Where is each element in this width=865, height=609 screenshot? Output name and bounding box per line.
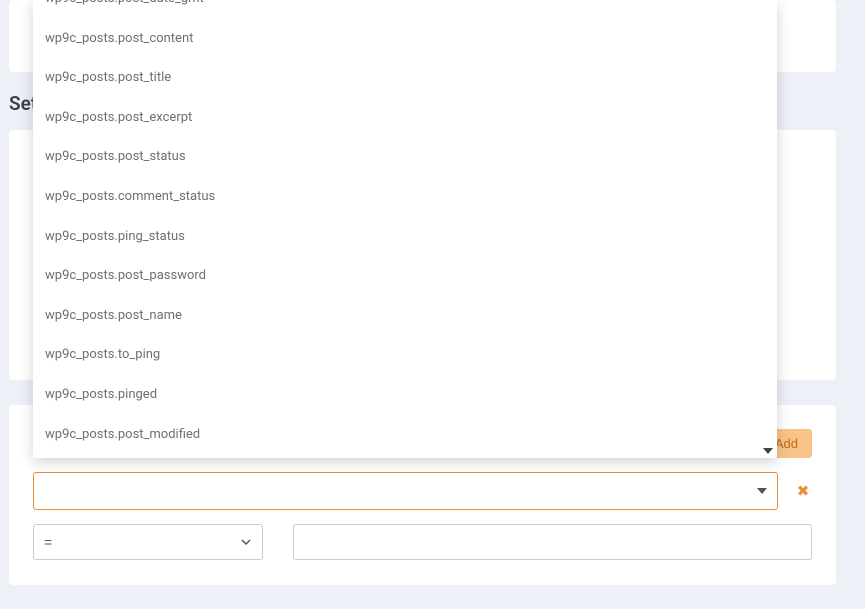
dropdown-item[interactable]: wp9c_posts.post_password <box>33 256 777 296</box>
dropdown-overflow-spacer <box>33 454 777 458</box>
dropdown-item[interactable]: wp9c_posts.post_excerpt <box>33 98 777 138</box>
chevron-down-icon <box>757 488 767 494</box>
column-dropdown: wp9c_posts.post_date_gmt wp9c_posts.post… <box>33 0 777 458</box>
operator-value-row: = <box>33 524 812 560</box>
dropdown-item[interactable]: wp9c_posts.post_name <box>33 296 777 336</box>
dropdown-item[interactable]: wp9c_posts.post_content <box>33 19 777 59</box>
dropdown-item[interactable]: wp9c_posts.post_title <box>33 58 777 98</box>
dropdown-resize-icon <box>763 448 773 454</box>
dropdown-scroll[interactable]: wp9c_posts.post_date_gmt wp9c_posts.post… <box>33 0 777 458</box>
dropdown-item[interactable]: wp9c_posts.comment_status <box>33 177 777 217</box>
column-select[interactable] <box>33 472 778 510</box>
operator-select[interactable]: = <box>33 524 263 560</box>
dropdown-item[interactable]: wp9c_posts.post_modified <box>33 415 777 455</box>
dropdown-item[interactable]: wp9c_posts.post_status <box>33 137 777 177</box>
dropdown-item[interactable]: wp9c_posts.ping_status <box>33 217 777 257</box>
main-field-row: ✖ <box>33 472 812 510</box>
remove-icon[interactable]: ✖ <box>794 482 812 500</box>
dropdown-item[interactable]: wp9c_posts.post_date_gmt <box>33 0 777 19</box>
value-input[interactable] <box>293 524 812 560</box>
dropdown-item[interactable]: wp9c_posts.pinged <box>33 375 777 415</box>
dropdown-item[interactable]: wp9c_posts.to_ping <box>33 335 777 375</box>
